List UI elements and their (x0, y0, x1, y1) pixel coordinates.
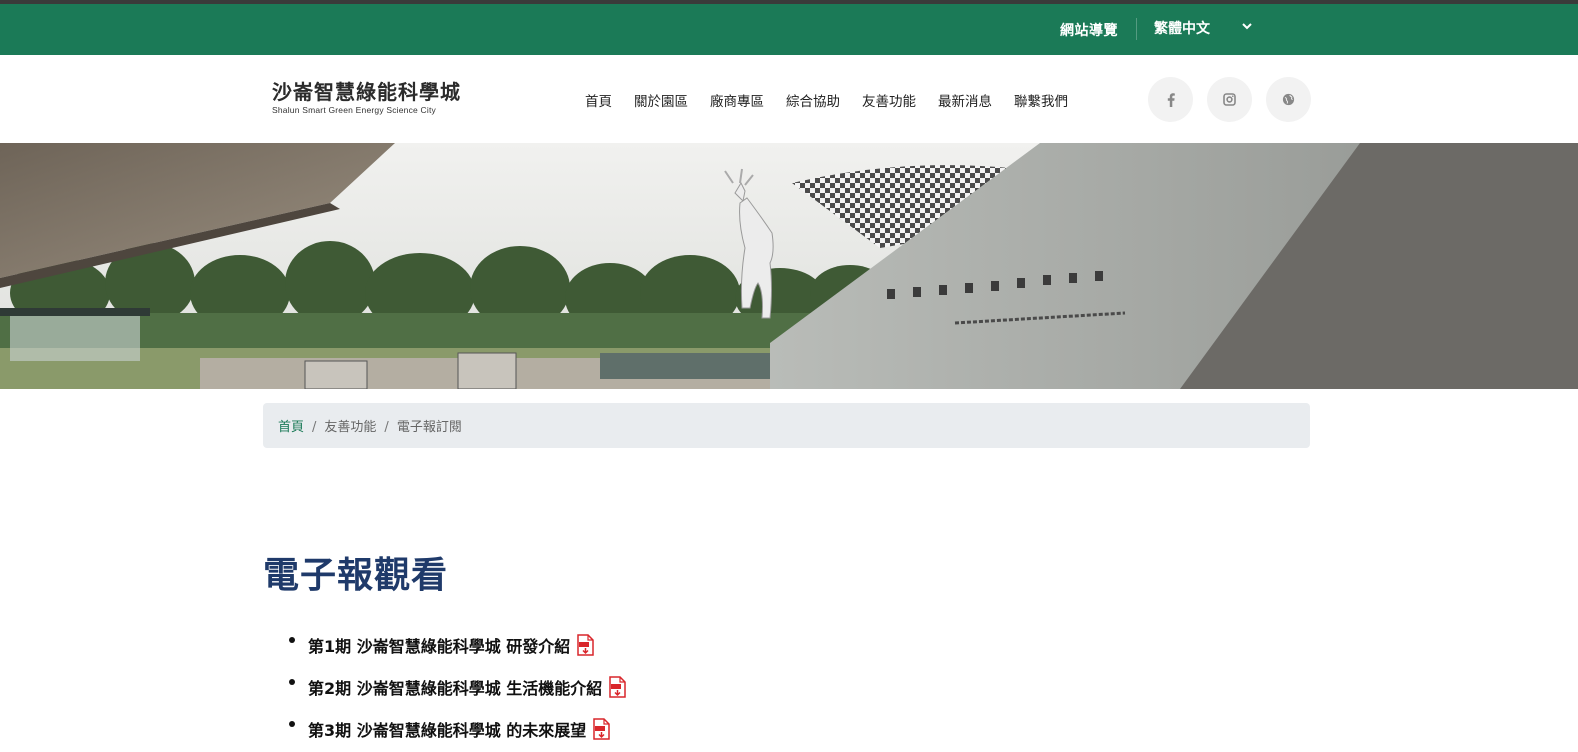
breadcrumb-separator: / (384, 420, 389, 435)
breadcrumb-current: 電子報訂閱 (396, 420, 462, 435)
facebook-button[interactable] (1148, 77, 1193, 122)
newsletter-issue-list: 第1期 沙崙智慧綠能科學城 研發介紹 第2期 沙崙智慧綠能科學城 生活機能介紹 … (289, 624, 627, 750)
list-item: 第2期 沙崙智慧綠能科學城 生活機能介紹 (289, 666, 627, 708)
nav-item-contact[interactable]: 聯繫我們 (1014, 90, 1068, 110)
instagram-button[interactable] (1207, 77, 1252, 122)
issue-label: 第2期 沙崙智慧綠能科學城 生活機能介紹 (308, 679, 603, 698)
bullet (289, 721, 295, 727)
social-links (1148, 77, 1311, 122)
pdf-download-link[interactable] (608, 675, 627, 699)
pdf-icon (609, 675, 627, 698)
site-logo[interactable]: 沙崙智慧綠能科學城 Shalun Smart Green Energy Scie… (272, 80, 461, 115)
pdf-download-link[interactable] (576, 633, 595, 657)
breadcrumb: 首頁 / 友善功能 / 電子報訂閱 (263, 403, 1310, 448)
bullet (289, 637, 295, 643)
sitemap-link[interactable]: 網站導覽 (1060, 20, 1118, 40)
list-item: 第1期 沙崙智慧綠能科學城 研發介紹 (289, 624, 627, 666)
facebook-icon (1167, 92, 1175, 107)
nav-item-accessibility[interactable]: 友善功能 (862, 90, 916, 110)
bullet (289, 679, 295, 685)
logo-name-zh: 沙崙智慧綠能科學城 (272, 80, 461, 104)
nav-item-vendors[interactable]: 廠商專區 (710, 90, 764, 110)
language-select-label: 繁體中文 (1154, 21, 1210, 37)
list-item: 第3期 沙崙智慧綠能科學城 的未來展望 (289, 708, 627, 750)
logo-name-en: Shalun Smart Green Energy Science City (272, 105, 436, 115)
pdf-icon (593, 717, 611, 740)
globe-icon (1282, 93, 1295, 106)
globe-button[interactable] (1266, 77, 1311, 122)
breadcrumb-home[interactable]: 首頁 (278, 420, 304, 435)
issue-label: 第3期 沙崙智慧綠能科學城 的未來展望 (308, 721, 587, 740)
nav-item-news[interactable]: 最新消息 (938, 90, 992, 110)
breadcrumb-item-accessibility: 友善功能 (324, 420, 377, 435)
pdf-icon (577, 633, 595, 656)
chevron-down-icon (1242, 23, 1252, 30)
pdf-download-link[interactable] (592, 717, 611, 741)
page-title: 電子報觀看 (263, 555, 449, 596)
topbar-divider (1136, 18, 1137, 40)
top-utility-bar: 網站導覽 繁體中文 (0, 4, 1578, 55)
nav-item-home[interactable]: 首頁 (585, 90, 612, 110)
site-header: 沙崙智慧綠能科學城 Shalun Smart Green Energy Scie… (0, 55, 1578, 143)
issue-label: 第1期 沙崙智慧綠能科學城 研發介紹 (308, 637, 571, 656)
instagram-icon (1223, 93, 1236, 106)
banner-photo (0, 143, 1578, 389)
main-nav: 首頁 關於園區 廠商專區 綜合協助 友善功能 最新消息 聯繫我們 (585, 90, 1068, 110)
nav-item-assistance[interactable]: 綜合協助 (786, 90, 840, 110)
nav-item-about[interactable]: 關於園區 (634, 90, 688, 110)
language-select[interactable]: 繁體中文 (1152, 17, 1258, 43)
breadcrumb-separator: / (312, 420, 317, 435)
hero-banner-image (0, 143, 1578, 389)
